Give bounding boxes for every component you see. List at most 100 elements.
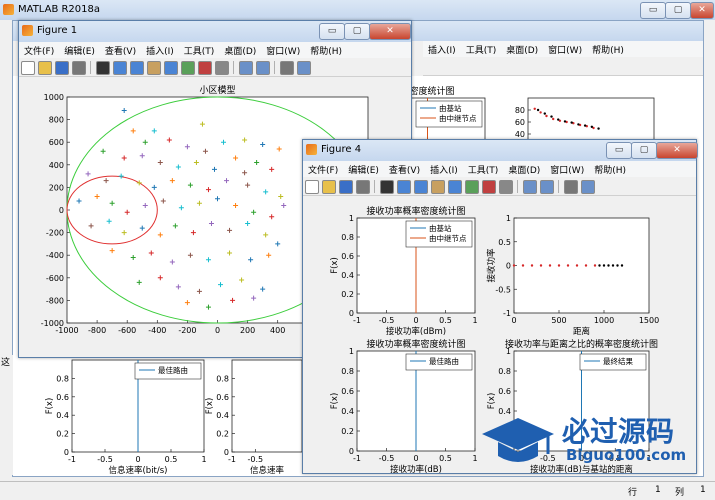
figure-icon: [22, 25, 33, 36]
x-tick-label: 1: [472, 454, 477, 463]
y-tick-label: 0.6: [341, 387, 354, 396]
x-tick-label: 0: [413, 316, 418, 325]
y-tick-label: 60: [515, 118, 525, 127]
data-point: [590, 125, 594, 128]
new-file-icon[interactable]: [21, 61, 35, 75]
data-point: [597, 127, 600, 130]
pan-icon[interactable]: [147, 61, 161, 75]
open-folder-icon[interactable]: [38, 61, 52, 75]
rotate-icon[interactable]: [164, 61, 178, 75]
data-cursor-icon[interactable]: [465, 180, 479, 194]
save-icon[interactable]: [55, 61, 69, 75]
data-cursor-icon[interactable]: [181, 61, 195, 75]
print-icon[interactable]: [356, 180, 370, 194]
figure-icon: [306, 144, 317, 155]
plot-title: 接收功率概率密度统计图: [366, 205, 465, 217]
x-tick-label: -600: [118, 326, 136, 335]
y-tick-label: 0.5: [498, 238, 511, 247]
x-tick-label: 1: [201, 455, 206, 464]
y-tick-label: 600: [49, 138, 64, 147]
menu-help[interactable]: 帮助(H): [589, 161, 631, 178]
figure1-title: Figure 1: [37, 25, 78, 36]
brush-icon[interactable]: [198, 61, 212, 75]
hide-plot-icon[interactable]: [564, 180, 578, 194]
link-icon[interactable]: [215, 61, 229, 75]
menu-edit[interactable]: 编辑(E): [343, 161, 384, 178]
pan-icon[interactable]: [431, 180, 445, 194]
legend-icon[interactable]: [239, 61, 253, 75]
data-point: [557, 264, 561, 267]
menu-window[interactable]: 窗口(W): [545, 161, 589, 178]
legend-entry: 由中继节点: [429, 233, 467, 243]
link-icon[interactable]: [499, 180, 513, 194]
x-axis-label: 接收功率(dB): [390, 464, 442, 473]
figure4-close-button[interactable]: ✕: [656, 142, 698, 159]
menu-view[interactable]: 查看(V): [384, 161, 425, 178]
zoom-out-icon[interactable]: [130, 61, 144, 75]
menu-insert[interactable]: 插入(I): [425, 161, 463, 178]
y-tick-label: -200: [46, 229, 64, 238]
data-point: [598, 264, 601, 267]
zoom-in-icon[interactable]: [397, 180, 411, 194]
data-point: [575, 264, 579, 267]
data-point: [584, 264, 588, 267]
menu-desktop[interactable]: 桌面(D): [503, 161, 545, 178]
menu-tools[interactable]: 工具(T): [463, 161, 504, 178]
x-tick-label: 0: [215, 326, 220, 335]
menu-window[interactable]: 窗口(W): [261, 42, 305, 59]
figure1-close-button[interactable]: ✕: [369, 23, 411, 40]
status-line-label: 行: [628, 488, 638, 498]
brush-icon[interactable]: [482, 180, 496, 194]
x-tick-label: -1: [228, 455, 236, 464]
menu-edit[interactable]: 编辑(E): [59, 42, 100, 59]
data-point: [539, 264, 543, 267]
zoom-out-icon[interactable]: [414, 180, 428, 194]
data-point: [620, 264, 624, 267]
menu-view[interactable]: 查看(V): [100, 42, 141, 59]
save-icon[interactable]: [339, 180, 353, 194]
rotate-icon[interactable]: [448, 180, 462, 194]
data-point: [512, 264, 516, 267]
legend-icon[interactable]: [523, 180, 537, 194]
y-tick-label: 0.4: [341, 407, 354, 416]
plot-title: 小区模型: [199, 85, 235, 96]
y-tick-label: 0.2: [341, 290, 354, 299]
graduation-cap-icon: [482, 418, 554, 462]
x-tick-label: 400: [270, 326, 285, 335]
zoom-in-icon[interactable]: [113, 61, 127, 75]
figure1-menubar: 文件(F) 编辑(E) 查看(V) 插入(I) 工具(T) 桌面(D) 窗口(W) 帮助(H): [19, 42, 411, 58]
colorbar-icon[interactable]: [256, 61, 270, 75]
y-tick-label: 0.4: [216, 411, 229, 420]
y-tick-label: 1: [506, 214, 511, 223]
menu-help[interactable]: 帮助(H): [305, 42, 347, 59]
figure4-maximize-button[interactable]: ▢: [631, 142, 657, 159]
menu-file[interactable]: 文件(F): [303, 161, 343, 178]
x-tick-label: 1000: [594, 316, 614, 325]
print-icon[interactable]: [72, 61, 86, 75]
hide-plot-icon[interactable]: [280, 61, 294, 75]
pointer-icon[interactable]: [96, 61, 110, 75]
new-file-icon[interactable]: [305, 180, 319, 194]
toolbar-separator: [90, 61, 91, 74]
figure1-minimize-button[interactable]: ▭: [319, 23, 345, 40]
menu-desktop[interactable]: 桌面(D): [219, 42, 261, 59]
property-icon[interactable]: [297, 61, 311, 75]
watermark: 必过源码 Biguo100.com: [478, 408, 713, 472]
y-tick-label: 0: [349, 309, 354, 318]
y-tick-label: 1000: [44, 93, 64, 102]
x-tick-label: 0: [511, 316, 516, 325]
figure1-maximize-button[interactable]: ▢: [344, 23, 370, 40]
colorbar-icon[interactable]: [540, 180, 554, 194]
y-tick-label: 0: [506, 262, 511, 271]
menu-tools[interactable]: 工具(T): [179, 42, 220, 59]
menu-file[interactable]: 文件(F): [19, 42, 59, 59]
y-tick-label: 0: [349, 447, 354, 456]
pointer-icon[interactable]: [380, 180, 394, 194]
y-tick-label: 800: [49, 116, 64, 125]
watermark-url: Biguo100.com: [566, 446, 687, 464]
open-folder-icon[interactable]: [322, 180, 336, 194]
figure1-toolbar: [19, 58, 411, 77]
figure4-minimize-button[interactable]: ▭: [606, 142, 632, 159]
menu-insert[interactable]: 插入(I): [141, 42, 179, 59]
property-icon[interactable]: [581, 180, 595, 194]
